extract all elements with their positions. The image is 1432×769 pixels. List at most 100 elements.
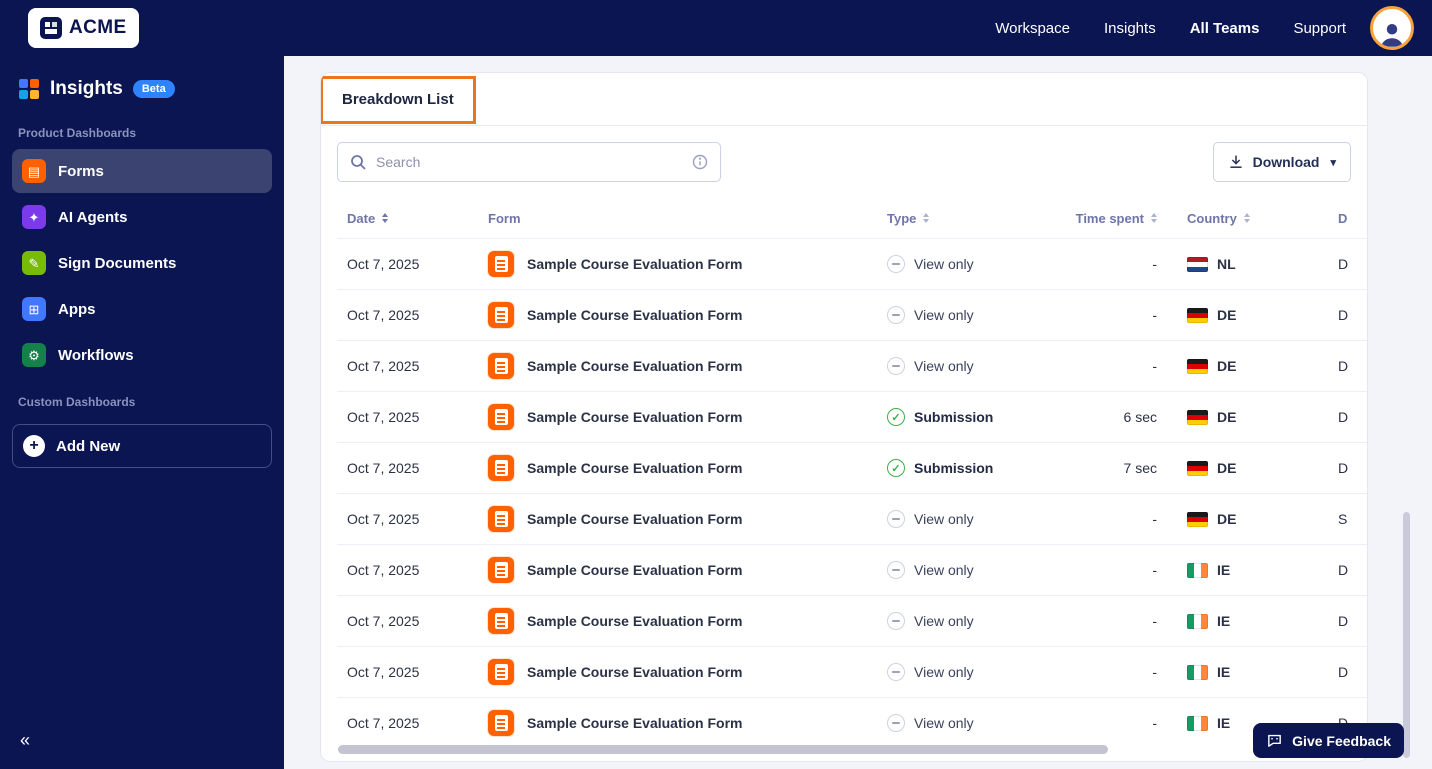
cell-device: D: [1338, 460, 1349, 476]
type-label: Submission: [914, 460, 994, 476]
sidebar-item-label: AI Agents: [58, 208, 128, 226]
cell-form[interactable]: Sample Course Evaluation Form: [488, 353, 887, 379]
type-label: View only: [914, 511, 974, 527]
type-label: View only: [914, 358, 974, 374]
cell-date: Oct 7, 2025: [347, 613, 420, 629]
nav-workspace[interactable]: Workspace: [995, 20, 1070, 37]
sidebar-item-label: Apps: [58, 300, 96, 318]
cell-form[interactable]: Sample Course Evaluation Form: [488, 455, 887, 481]
minus-circle-icon: [887, 255, 905, 273]
form-name: Sample Course Evaluation Form: [527, 307, 743, 323]
cell-country: DE: [1187, 307, 1338, 323]
info-icon[interactable]: [692, 154, 708, 170]
form-icon: [488, 455, 514, 481]
flag-icon: [1187, 664, 1208, 680]
beta-badge: Beta: [132, 80, 175, 98]
chevron-down-icon: ▾: [1330, 156, 1336, 169]
cell-type: Submission: [887, 408, 1064, 426]
country-code: IE: [1217, 562, 1231, 578]
cell-type: View only: [887, 714, 1064, 732]
sidebar-items: ▤ Forms ✦ AI Agents ✎ Sign Documents ⊞ Apps ⚙ Wor…: [12, 149, 272, 377]
nav-support[interactable]: Support: [1293, 20, 1346, 37]
cell-type: View only: [887, 510, 1064, 528]
vertical-scrollbar-thumb[interactable]: [1403, 512, 1410, 758]
sidebar-item-apps[interactable]: ⊞ Apps: [12, 287, 272, 331]
cell-country: DE: [1187, 358, 1338, 374]
table-row[interactable]: Oct 7, 2025 Sample Course Evaluation Form…: [337, 544, 1367, 595]
type-label: View only: [914, 256, 974, 272]
minus-circle-icon: [887, 714, 905, 732]
nav-insights[interactable]: Insights: [1104, 20, 1156, 37]
cell-form[interactable]: Sample Course Evaluation Form: [488, 251, 887, 277]
form-name: Sample Course Evaluation Form: [527, 358, 743, 374]
add-new-button[interactable]: + Add New: [12, 424, 272, 468]
cell-form[interactable]: Sample Course Evaluation Form: [488, 302, 887, 328]
download-button[interactable]: Download ▾: [1212, 142, 1351, 182]
sign-documents-icon: ✎: [22, 251, 46, 275]
column-header-date[interactable]: Date: [337, 198, 488, 238]
sidebar-item-sign-documents[interactable]: ✎ Sign Documents: [12, 241, 272, 285]
cell-date: Oct 7, 2025: [347, 307, 420, 323]
sidebar-item-forms[interactable]: ▤ Forms: [12, 149, 272, 193]
column-header-form[interactable]: Form: [488, 198, 887, 238]
form-name: Sample Course Evaluation Form: [527, 409, 743, 425]
search-box: [337, 142, 721, 182]
type-label: View only: [914, 307, 974, 323]
type-label: View only: [914, 715, 974, 731]
table-row[interactable]: Oct 7, 2025 Sample Course Evaluation Form…: [337, 289, 1367, 340]
flag-icon: [1187, 715, 1208, 731]
cell-form[interactable]: Sample Course Evaluation Form: [488, 557, 887, 583]
table-row[interactable]: Oct 7, 2025 Sample Course Evaluation Form…: [337, 595, 1367, 646]
cell-type: View only: [887, 663, 1064, 681]
check-circle-icon: [887, 408, 905, 426]
flag-icon: [1187, 613, 1208, 629]
sidebar: Insights Beta Product Dashboards ▤ Forms ✦…: [0, 56, 284, 769]
table-row[interactable]: Oct 7, 2025 Sample Course Evaluation Form…: [337, 646, 1367, 697]
table-row[interactable]: Oct 7, 2025 Sample Course Evaluation Form…: [337, 238, 1367, 289]
column-header-type[interactable]: Type: [887, 198, 1064, 238]
sidebar-item-label: Forms: [58, 162, 104, 180]
cell-country: NL: [1187, 256, 1338, 272]
table-row[interactable]: Oct 7, 2025 Sample Course Evaluation Form…: [337, 340, 1367, 391]
table-row[interactable]: Oct 7, 2025 Sample Course Evaluation Form…: [337, 442, 1367, 493]
table-row[interactable]: Oct 7, 2025 Sample Course Evaluation Form…: [337, 697, 1367, 748]
minus-circle-icon: [887, 510, 905, 528]
nav-all-teams[interactable]: All Teams: [1190, 20, 1260, 37]
type-label: View only: [914, 562, 974, 578]
cell-form[interactable]: Sample Course Evaluation Form: [488, 710, 887, 736]
sidebar-item-label: Workflows: [58, 346, 134, 364]
column-header-time-spent[interactable]: Time spent: [1064, 198, 1187, 238]
annotation-highlight-box: Breakdown List: [321, 75, 476, 124]
type-label: View only: [914, 613, 974, 629]
cell-form[interactable]: Sample Course Evaluation Form: [488, 506, 887, 532]
breakdown-table: Date Form Type Time spent Country D Oct …: [321, 198, 1367, 748]
flag-icon: [1187, 256, 1208, 272]
country-code: NL: [1217, 256, 1236, 272]
country-code: DE: [1217, 460, 1237, 476]
acme-logo[interactable]: ACME: [28, 8, 139, 48]
minus-circle-icon: [887, 612, 905, 630]
minus-circle-icon: [887, 357, 905, 375]
table-row[interactable]: Oct 7, 2025 Sample Course Evaluation Form…: [337, 391, 1367, 442]
cell-form[interactable]: Sample Course Evaluation Form: [488, 608, 887, 634]
column-header-country[interactable]: Country: [1187, 198, 1338, 238]
give-feedback-button[interactable]: Give Feedback: [1253, 723, 1404, 758]
table-row[interactable]: Oct 7, 2025 Sample Course Evaluation Form…: [337, 493, 1367, 544]
cell-form[interactable]: Sample Course Evaluation Form: [488, 404, 887, 430]
sidebar-header: Insights Beta: [12, 74, 272, 110]
download-label: Download: [1252, 154, 1320, 170]
form-name: Sample Course Evaluation Form: [527, 460, 743, 476]
sidebar-item-ai-agents[interactable]: ✦ AI Agents: [12, 195, 272, 239]
column-header-device[interactable]: D: [1338, 198, 1367, 238]
search-input[interactable]: [376, 154, 683, 170]
cell-form[interactable]: Sample Course Evaluation Form: [488, 659, 887, 685]
sidebar-item-workflows[interactable]: ⚙ Workflows: [12, 333, 272, 377]
cell-type: Submission: [887, 459, 1064, 477]
collapse-sidebar-button[interactable]: «: [20, 730, 30, 751]
avatar[interactable]: [1370, 6, 1414, 50]
minus-circle-icon: [887, 561, 905, 579]
form-name: Sample Course Evaluation Form: [527, 715, 743, 731]
download-icon: [1228, 154, 1244, 170]
horizontal-scrollbar-thumb[interactable]: [338, 745, 1108, 754]
form-icon: [488, 710, 514, 736]
